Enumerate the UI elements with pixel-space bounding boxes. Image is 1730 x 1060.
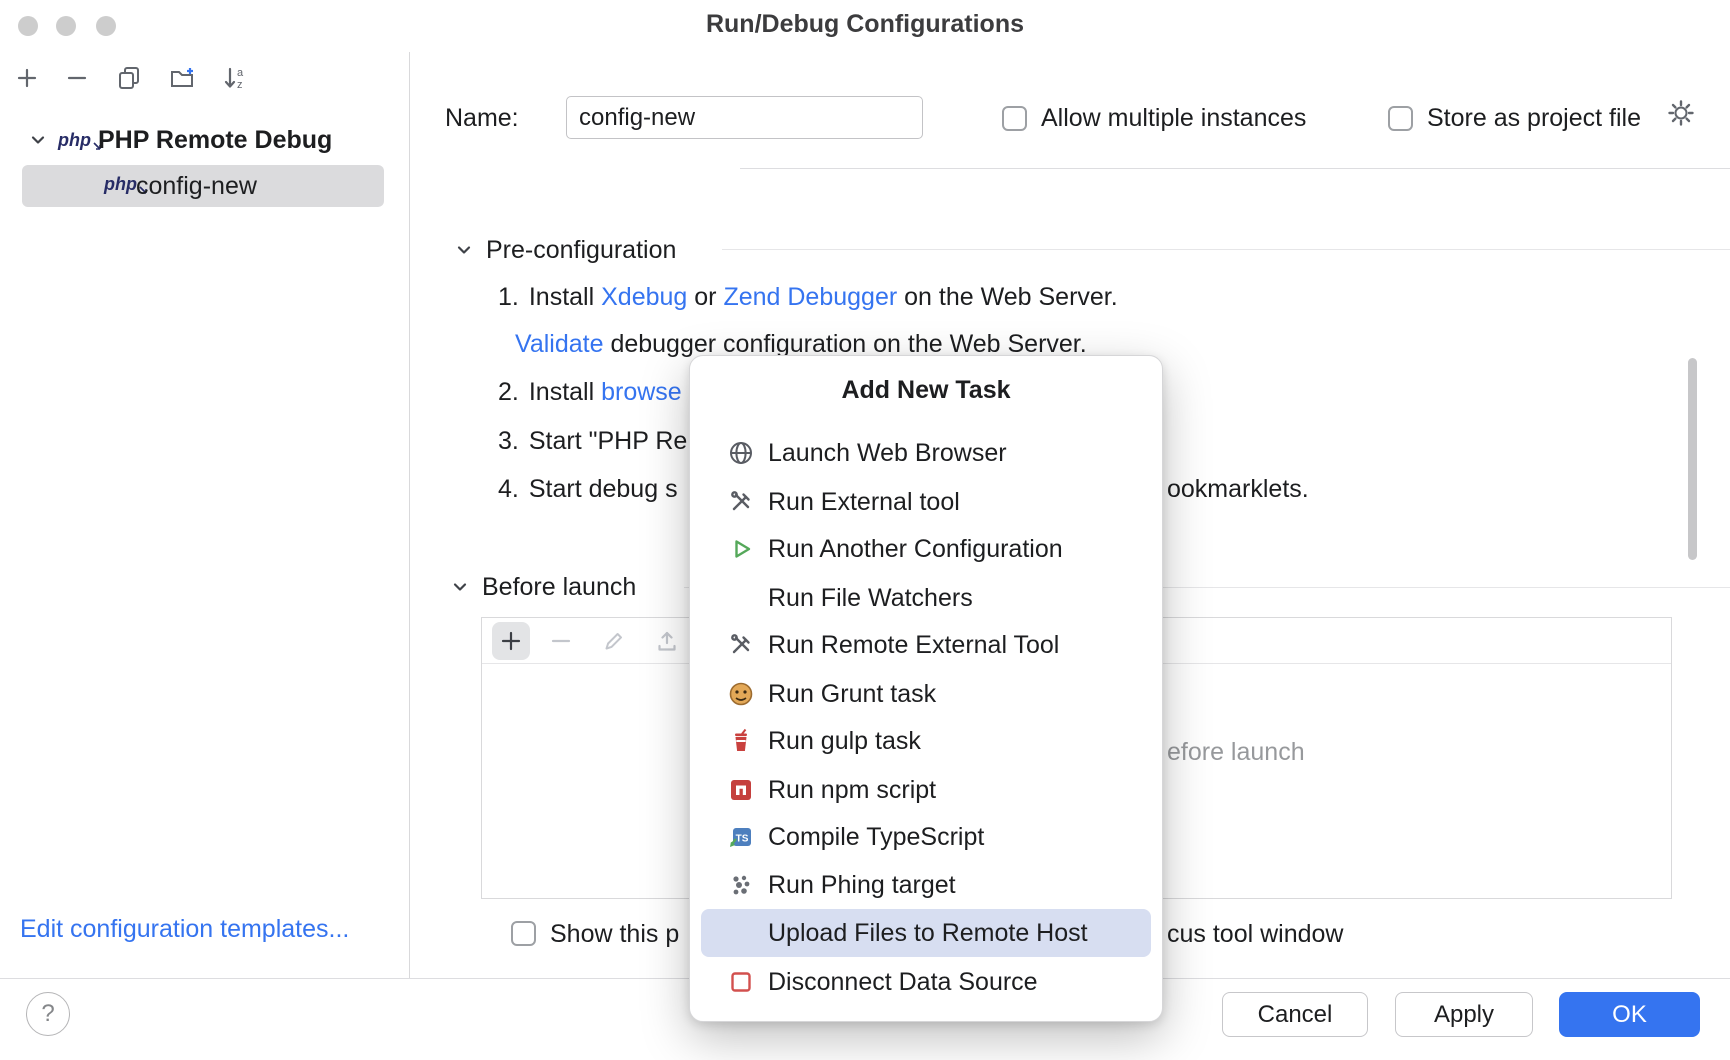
pre-step-2: 2.Install browse (498, 377, 682, 407)
menu-item-disconnect-data-source[interactable]: Disconnect Data Source (701, 958, 1151, 1006)
new-folder-button[interactable] (168, 64, 196, 92)
popup-title: Add New Task (690, 376, 1162, 405)
tools-icon (727, 631, 755, 659)
browser-extension-link[interactable]: browse (601, 378, 682, 406)
allow-multiple-instances-checkbox[interactable] (1002, 106, 1027, 131)
menu-item-run-remote-external-tool[interactable]: Run Remote External Tool (701, 621, 1151, 669)
separator (740, 168, 1730, 169)
svg-text:a: a (237, 67, 244, 79)
edit-task-pencil-icon[interactable] (600, 627, 628, 655)
add-task-button[interactable] (492, 622, 530, 660)
globe-icon (727, 439, 755, 467)
npm-icon (727, 776, 755, 804)
grunt-icon (727, 680, 755, 708)
tools-icon (727, 488, 755, 516)
separator (722, 249, 1730, 250)
add-new-task-popup: Add New Task Launch Web Browser Run Exte… (689, 355, 1163, 1022)
tree-item-config-new[interactable]: php config-new (22, 165, 384, 207)
pre-configuration-collapse-chevron-icon[interactable] (450, 236, 478, 264)
run-debug-configurations-dialog: Run/Debug Configurations a z (0, 0, 1730, 1060)
vertical-scrollbar-thumb[interactable] (1688, 358, 1697, 560)
name-label: Name: (445, 103, 519, 133)
no-icon (727, 584, 755, 612)
menu-item-run-external-tool[interactable]: Run External tool (701, 478, 1151, 526)
menu-item-run-grunt-task[interactable]: Run Grunt task (701, 670, 1151, 718)
gear-icon[interactable] (1666, 98, 1696, 128)
move-up-button[interactable] (653, 627, 681, 655)
menu-item-run-npm-script[interactable]: Run npm script (701, 766, 1151, 814)
empty-task-list-placeholder: efore launch (1167, 737, 1305, 767)
before-launch-collapse-chevron-icon[interactable] (446, 573, 474, 601)
tree-group-php-remote-debug[interactable]: php PHP Remote Debug (0, 120, 410, 160)
window-title: Run/Debug Configurations (0, 10, 1730, 39)
remove-configuration-button[interactable] (63, 64, 91, 92)
edit-configuration-templates-link[interactable]: Edit configuration templates... (20, 914, 349, 944)
sort-configurations-button[interactable]: a z (221, 64, 249, 92)
tree-item-label: config-new (136, 171, 257, 201)
cancel-button[interactable]: Cancel (1222, 992, 1368, 1037)
menu-item-run-another-configuration[interactable]: Run Another Configuration (701, 525, 1151, 573)
add-configuration-button[interactable] (13, 64, 41, 92)
show-this-page-label: Show this p (550, 919, 679, 949)
copy-configuration-button[interactable] (115, 64, 143, 92)
menu-item-run-file-watchers[interactable]: Run File Watchers (701, 574, 1151, 622)
pre-step-1: 1.Install Xdebug or Zend Debugger on the… (498, 282, 1118, 312)
pre-step-4: 4.Start debug s (498, 474, 678, 504)
pre-step-3: 3.Start "PHP Re (498, 426, 687, 456)
name-input[interactable] (566, 96, 923, 139)
validate-link[interactable]: Validate (515, 330, 604, 358)
pre-step-4-right-fragment: ookmarklets. (1167, 474, 1309, 504)
before-launch-title: Before launch (482, 572, 636, 602)
run-icon (727, 535, 755, 563)
menu-item-launch-web-browser[interactable]: Launch Web Browser (701, 429, 1151, 477)
pre-configuration-title: Pre-configuration (486, 235, 676, 265)
configurations-sidebar: a z php PHP Remote Debug php config-new … (0, 52, 410, 978)
svg-text:TS: TS (736, 834, 749, 845)
zend-debugger-link[interactable]: Zend Debugger (723, 283, 897, 311)
store-as-project-file-checkbox[interactable] (1388, 106, 1413, 131)
chevron-down-icon[interactable] (24, 126, 52, 154)
remove-task-button[interactable] (547, 627, 575, 655)
xdebug-link[interactable]: Xdebug (601, 283, 687, 311)
tree-group-label: PHP Remote Debug (98, 125, 332, 155)
store-as-project-file-label: Store as project file (1427, 103, 1641, 133)
gulp-icon (727, 727, 755, 755)
tool-window-label-fragment: cus tool window (1167, 919, 1343, 949)
allow-multiple-instances-label: Allow multiple instances (1041, 103, 1306, 133)
help-button[interactable]: ? (26, 992, 70, 1036)
menu-item-upload-files-to-remote-host[interactable]: Upload Files to Remote Host (701, 909, 1151, 957)
datasource-icon (727, 968, 755, 996)
menu-item-compile-typescript[interactable]: TS Compile TypeScript (701, 813, 1151, 861)
menu-item-run-gulp-task[interactable]: Run gulp task (701, 717, 1151, 765)
ok-button[interactable]: OK (1559, 992, 1700, 1037)
menu-item-run-phing-target[interactable]: Run Phing target (701, 861, 1151, 909)
show-this-page-checkbox[interactable] (511, 921, 536, 946)
svg-text:z: z (237, 79, 243, 91)
apply-button[interactable]: Apply (1395, 992, 1533, 1037)
no-icon (727, 919, 755, 947)
typescript-icon: TS (727, 823, 755, 851)
phing-icon (727, 871, 755, 899)
php-remote-debug-icon: php (58, 131, 102, 149)
